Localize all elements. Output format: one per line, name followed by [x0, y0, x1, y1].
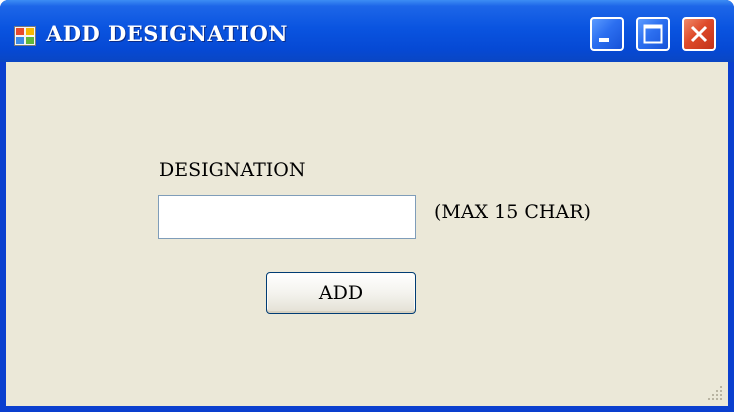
add-button[interactable]: ADD — [266, 272, 416, 314]
app-window-icon[interactable] — [14, 26, 36, 46]
minimize-button[interactable] — [590, 17, 624, 51]
max-length-hint: (MAX 15 CHAR) — [434, 201, 591, 223]
maximize-button[interactable] — [636, 17, 670, 51]
maximize-icon — [643, 24, 663, 44]
window-title: ADD DESIGNATION — [46, 21, 288, 46]
minimize-icon — [599, 38, 609, 42]
close-icon — [690, 25, 708, 43]
designation-label: DESIGNATION — [159, 159, 306, 181]
add-designation-window: ADD DESIGNATION DESIGNATION (MAX 15 CHAR… — [0, 0, 734, 412]
resize-grip-icon[interactable] — [706, 384, 724, 402]
close-button[interactable] — [682, 17, 716, 51]
title-bar[interactable]: ADD DESIGNATION — [0, 0, 734, 62]
designation-input[interactable] — [158, 195, 416, 239]
form-body: DESIGNATION (MAX 15 CHAR) ADD — [6, 62, 728, 406]
